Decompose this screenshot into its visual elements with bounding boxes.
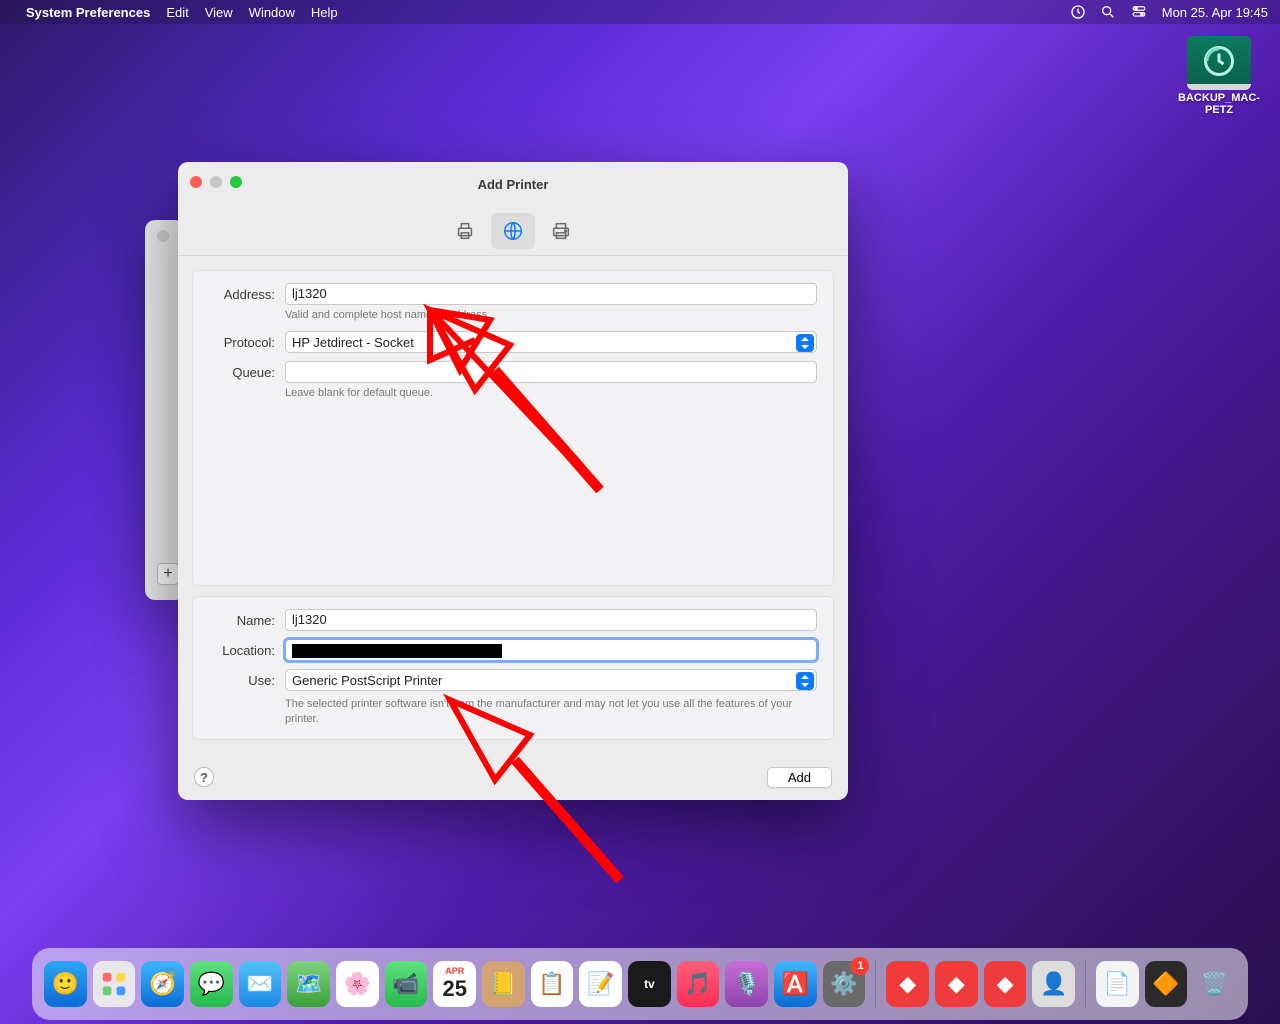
dock-calendar[interactable]: APR 25	[433, 961, 476, 1007]
dock-textedit[interactable]: 📄	[1096, 961, 1139, 1007]
dock-anydesk-2[interactable]: ◆	[935, 961, 978, 1007]
queue-input[interactable]	[285, 361, 817, 383]
dock-facetime[interactable]: 📹	[385, 961, 428, 1007]
window-zoom-button[interactable]	[230, 176, 242, 188]
dock: 🙂 🧭 💬 ✉️ 🗺️ 🌸 📹 APR 25 📒 📋 📝 tv 🎵 🎙️ 🅰️ …	[32, 948, 1248, 1020]
globe-icon	[502, 220, 524, 242]
use-label: Use:	[209, 673, 275, 688]
timemachine-menu-icon[interactable]	[1070, 4, 1086, 20]
name-input[interactable]: lj1320	[285, 609, 817, 631]
address-input[interactable]: lj1320	[285, 283, 817, 305]
calendar-month: APR	[445, 966, 464, 976]
tab-ip[interactable]	[491, 213, 535, 249]
protocol-select[interactable]: HP Jetdirect - Socket	[285, 331, 817, 353]
control-center-icon[interactable]	[1130, 5, 1148, 19]
dock-maps[interactable]: 🗺️	[287, 961, 330, 1007]
add-printer-window: Add Printer Address: lj1320 Valid and co…	[178, 162, 848, 800]
dock-anydesk-1[interactable]: ◆	[886, 961, 929, 1007]
dock-messages[interactable]: 💬	[190, 961, 233, 1007]
location-input[interactable]	[285, 639, 817, 661]
dock-systemprefs[interactable]: ⚙️ 1	[823, 961, 866, 1007]
dock-photos[interactable]: 🌸	[336, 961, 379, 1007]
help-button[interactable]: ?	[194, 767, 214, 787]
location-label: Location:	[209, 643, 275, 658]
address-hint: Valid and complete host name or address.	[285, 309, 817, 321]
dock-app-2[interactable]: 🔶	[1145, 961, 1188, 1007]
printer-details-panel: Name: lj1320 Location: Use: Generic Post…	[192, 596, 834, 740]
tab-windows[interactable]	[539, 213, 583, 249]
dock-contacts[interactable]: 📒	[482, 961, 525, 1007]
menu-window[interactable]: Window	[249, 5, 295, 20]
dock-tv[interactable]: tv	[628, 961, 671, 1007]
dock-trash[interactable]: 🗑️	[1193, 961, 1236, 1007]
dock-anydesk-3[interactable]: ◆	[984, 961, 1027, 1007]
menu-view[interactable]: View	[205, 5, 233, 20]
printer-icon	[454, 220, 476, 242]
add-printer-plus-button[interactable]: +	[157, 563, 179, 585]
chevron-updown-icon	[796, 334, 814, 352]
dock-reminders[interactable]: 📋	[531, 961, 574, 1007]
address-label: Address:	[209, 287, 275, 302]
menubar-app-name[interactable]: System Preferences	[26, 5, 150, 20]
dock-finder[interactable]: 🙂	[44, 961, 87, 1007]
use-select[interactable]: Generic PostScript Printer	[285, 669, 817, 691]
dock-podcasts[interactable]: 🎙️	[725, 961, 768, 1007]
titlebar: Add Printer	[178, 162, 848, 206]
add-button[interactable]: Add	[767, 767, 832, 788]
dock-mail[interactable]: ✉️	[239, 961, 282, 1007]
dock-music[interactable]: 🎵	[677, 961, 720, 1007]
dock-launchpad[interactable]	[93, 961, 136, 1007]
protocol-label: Protocol:	[209, 335, 275, 350]
queue-hint: Leave blank for default queue.	[285, 387, 817, 399]
dock-separator	[875, 960, 876, 1008]
badge-icon: 1	[851, 957, 869, 975]
dock-appstore[interactable]: 🅰️	[774, 961, 817, 1007]
desktop-disk-label: BACKUP_MAC-PETZ	[1174, 92, 1264, 116]
connection-panel: Address: lj1320 Valid and complete host …	[192, 270, 834, 586]
queue-label: Queue:	[209, 365, 275, 380]
chevron-updown-icon	[796, 672, 814, 690]
use-warning: The selected printer software isn't from…	[285, 697, 817, 727]
dock-separator	[1085, 960, 1086, 1008]
window-footer: ? Add	[178, 754, 848, 800]
window-close-button[interactable]	[190, 176, 202, 188]
dock-safari[interactable]: 🧭	[141, 961, 184, 1007]
menubar-clock[interactable]: Mon 25. Apr 19:45	[1162, 5, 1268, 20]
printer-advanced-icon	[550, 220, 572, 242]
calendar-day: 25	[442, 976, 466, 1002]
window-title: Add Printer	[478, 177, 549, 192]
tab-default[interactable]	[443, 213, 487, 249]
menu-edit[interactable]: Edit	[166, 5, 188, 20]
timemachine-disk-icon	[1187, 36, 1251, 86]
add-printer-toolbar	[178, 206, 848, 256]
desktop-disk-icon[interactable]: BACKUP_MAC-PETZ	[1174, 36, 1264, 116]
window-minimize-button[interactable]	[210, 176, 222, 188]
menu-help[interactable]: Help	[311, 5, 338, 20]
dock-user-app[interactable]: 👤	[1032, 961, 1075, 1007]
dock-notes[interactable]: 📝	[579, 961, 622, 1007]
name-label: Name:	[209, 613, 275, 628]
spotlight-icon[interactable]	[1100, 4, 1116, 20]
menubar: System Preferences Edit View Window Help…	[0, 0, 1280, 24]
